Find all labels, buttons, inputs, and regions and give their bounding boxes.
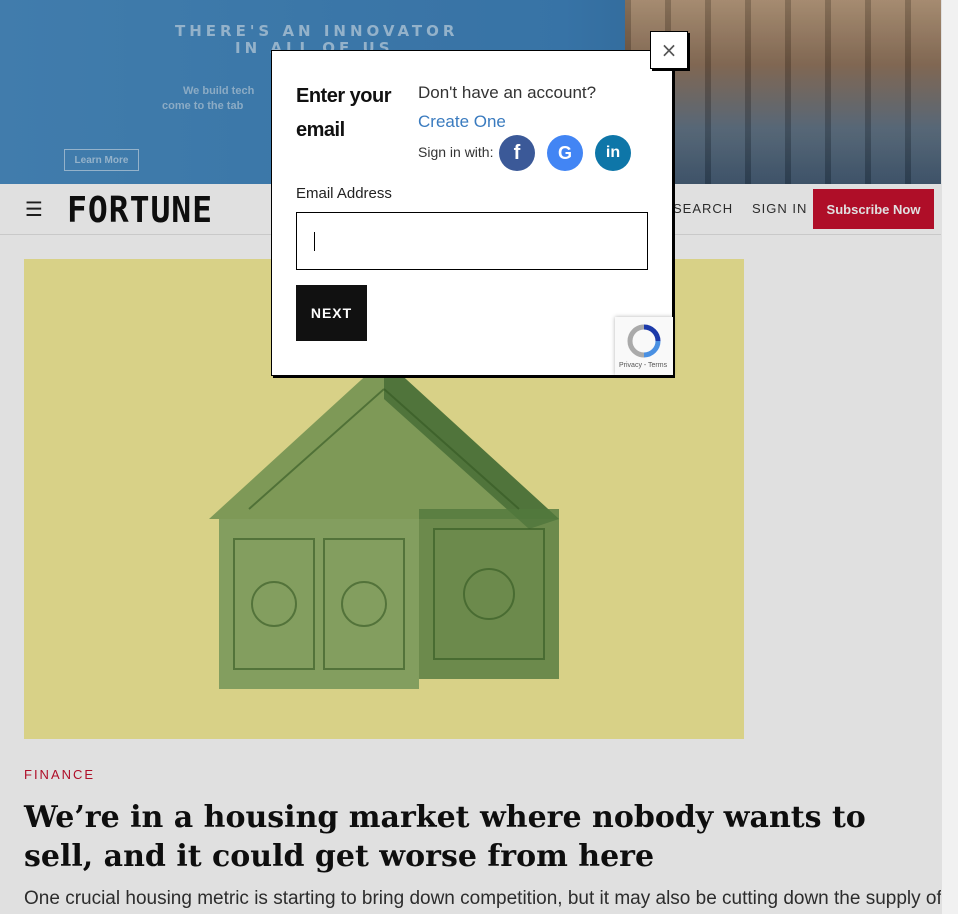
account-prompt-text: Don't have an account? <box>418 83 597 102</box>
recaptcha-icon <box>627 324 661 358</box>
sign-in-with-label: Sign in with: <box>418 144 494 160</box>
linkedin-icon: in <box>605 144 621 161</box>
recaptcha-badge[interactable]: Privacy - Terms <box>615 317 673 375</box>
facebook-signin-button[interactable]: f <box>499 135 535 171</box>
close-button[interactable]: × <box>650 31 688 69</box>
create-account-link[interactable]: Create One <box>418 112 506 131</box>
text-caret <box>314 232 315 251</box>
modal-title: Enter your email <box>296 85 392 141</box>
recaptcha-links[interactable]: Privacy - Terms <box>619 362 667 369</box>
next-button[interactable]: NEXT <box>296 285 367 341</box>
google-icon: G <box>557 142 572 163</box>
login-modal: Enter your email Don't have an account? … <box>271 50 673 376</box>
email-label: Email Address <box>296 185 392 202</box>
facebook-icon: f <box>513 141 521 164</box>
email-input[interactable] <box>296 212 648 270</box>
google-signin-button[interactable]: G <box>547 135 583 171</box>
linkedin-signin-button[interactable]: in <box>595 135 631 171</box>
account-prompt: Don't have an account? Create One <box>418 78 648 136</box>
page-scrollbar[interactable] <box>941 0 958 914</box>
